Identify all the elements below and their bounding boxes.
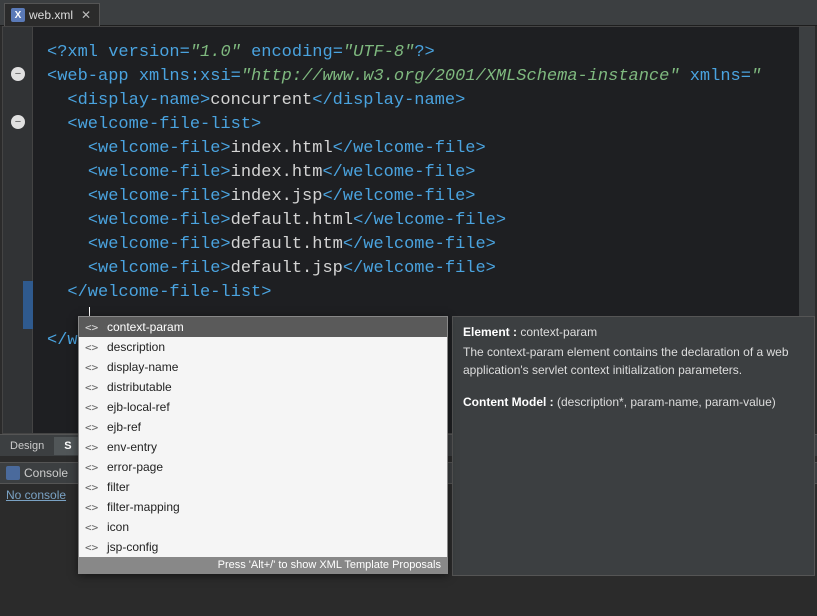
autocomplete-item-label: env-entry xyxy=(107,440,157,454)
tag-icon: <> xyxy=(85,481,101,494)
tag-icon: <> xyxy=(85,461,101,474)
tag-icon: <> xyxy=(85,381,101,394)
autocomplete-item[interactable]: <> error-page xyxy=(79,457,447,477)
autocomplete-item-label: icon xyxy=(107,520,129,534)
doc-content-model: (description*, param-name, param-value) xyxy=(557,395,776,409)
autocomplete-item-label: error-page xyxy=(107,460,163,474)
tag-icon: <> xyxy=(85,421,101,434)
tab-design[interactable]: Design xyxy=(0,437,54,455)
autocomplete-item[interactable]: <> distributable xyxy=(79,377,447,397)
autocomplete-list[interactable]: <> context-param <> description <> display-na… xyxy=(79,317,447,557)
editor-gutter: − − xyxy=(3,27,33,433)
console-title: Console xyxy=(24,466,68,480)
selection-marker xyxy=(23,281,33,329)
autocomplete-item-label: display-name xyxy=(107,360,178,374)
autocomplete-item[interactable]: <> display-name xyxy=(79,357,447,377)
autocomplete-item[interactable]: <> filter xyxy=(79,477,447,497)
tag-icon: <> xyxy=(85,541,101,554)
console-icon xyxy=(6,466,20,480)
autocomplete-item[interactable]: <> description xyxy=(79,337,447,357)
tag-icon: <> xyxy=(85,401,101,414)
autocomplete-item[interactable]: <> icon xyxy=(79,517,447,537)
autocomplete-item[interactable]: <> jsp-config xyxy=(79,537,447,557)
autocomplete-item-label: distributable xyxy=(107,380,172,394)
autocomplete-item-label: ejb-ref xyxy=(107,420,141,434)
fold-marker-icon[interactable]: − xyxy=(11,67,25,81)
close-icon[interactable]: ✕ xyxy=(81,8,91,22)
documentation-panel: Element : context-param The context-para… xyxy=(452,316,815,576)
autocomplete-footer: Press 'Alt+/' to show XML Template Propo… xyxy=(79,557,447,573)
tag-icon: <> xyxy=(85,341,101,354)
tab-filename: web.xml xyxy=(29,8,73,22)
doc-element-name: context-param xyxy=(520,325,597,339)
tag-icon: <> xyxy=(85,361,101,374)
doc-description: The context-param element contains the d… xyxy=(463,343,804,379)
doc-content-model-label: Content Model : xyxy=(463,395,554,409)
autocomplete-item[interactable]: <> env-entry xyxy=(79,437,447,457)
autocomplete-item[interactable]: <> filter-mapping xyxy=(79,497,447,517)
autocomplete-item[interactable]: <> context-param xyxy=(79,317,447,337)
xml-file-icon: X xyxy=(11,8,25,22)
tag-icon: <> xyxy=(85,321,101,334)
autocomplete-item-label: filter xyxy=(107,480,130,494)
autocomplete-item-label: filter-mapping xyxy=(107,500,180,514)
code-area[interactable]: <?xml version="1.0" encoding="UTF-8"?> <… xyxy=(3,27,814,353)
tag-icon: <> xyxy=(85,441,101,454)
doc-element-label: Element : xyxy=(463,325,517,339)
autocomplete-item-label: context-param xyxy=(107,320,184,334)
autocomplete-popup: <> context-param <> description <> display-na… xyxy=(78,316,448,574)
editor-tab-webxml[interactable]: X web.xml ✕ xyxy=(4,3,100,26)
autocomplete-item[interactable]: <> ejb-ref xyxy=(79,417,447,437)
autocomplete-item-label: jsp-config xyxy=(107,540,158,554)
tag-icon: <> xyxy=(85,501,101,514)
editor-tab-bar: X web.xml ✕ xyxy=(0,0,817,26)
autocomplete-item-label: description xyxy=(107,340,165,354)
fold-marker-icon[interactable]: − xyxy=(11,115,25,129)
autocomplete-item-label: ejb-local-ref xyxy=(107,400,170,414)
autocomplete-item[interactable]: <> ejb-local-ref xyxy=(79,397,447,417)
tag-icon: <> xyxy=(85,521,101,534)
